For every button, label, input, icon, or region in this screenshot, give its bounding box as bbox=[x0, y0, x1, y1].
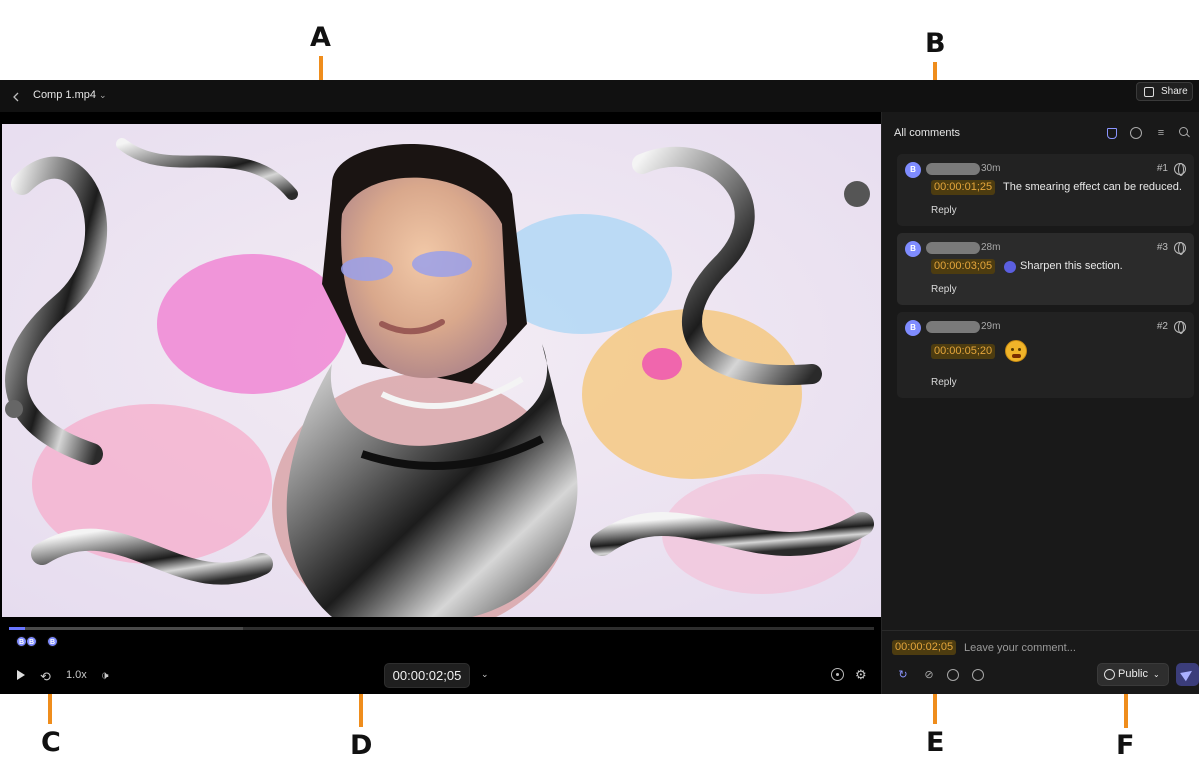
video-frame[interactable] bbox=[2, 124, 881, 617]
chevron-down-icon[interactable]: ⌄ bbox=[481, 669, 489, 680]
comment-timestamp[interactable]: 00:00:05;20 bbox=[931, 344, 996, 359]
timeline-scrubber[interactable] bbox=[9, 627, 874, 630]
file-title: Comp 1.mp4 bbox=[33, 89, 96, 101]
annotation-icon bbox=[1004, 261, 1016, 273]
comment-time-ago: 30m bbox=[981, 163, 1001, 174]
share-label: Share bbox=[1161, 86, 1188, 97]
comment-card[interactable]: B 30m #1 00:00:01;25 The smearing effect… bbox=[897, 154, 1194, 226]
comment-text: Sharpen this section. bbox=[1020, 260, 1123, 272]
callout-label-b: B bbox=[925, 28, 946, 59]
comment-composer: 00:00:02;05 ↻ ⊘ Public ⌄ bbox=[882, 630, 1199, 694]
callout-label-d: D bbox=[350, 730, 373, 761]
comment-number: #2 bbox=[1156, 321, 1168, 332]
playback-speed[interactable]: 1.0x bbox=[66, 669, 87, 681]
timeline-buffered bbox=[9, 627, 243, 630]
comment-card[interactable]: B 28m #3 00:00:03;05 Sharpen this sectio… bbox=[897, 233, 1194, 305]
callout-line-f bbox=[1124, 688, 1128, 728]
timer-icon[interactable] bbox=[971, 668, 985, 682]
comment-marker[interactable]: B bbox=[26, 636, 37, 647]
chevron-down-icon: ⌄ bbox=[1152, 670, 1160, 679]
visibility-dropdown[interactable]: Public ⌄ bbox=[1097, 663, 1169, 686]
visibility-label: Public bbox=[1118, 668, 1148, 680]
callout-label-f: F bbox=[1116, 730, 1135, 761]
chevron-down-icon: ⌄ bbox=[98, 90, 107, 100]
comment-card[interactable]: B 29m #2 00:00:05;20 Reply bbox=[897, 312, 1194, 398]
callout-label-a: A bbox=[310, 22, 331, 53]
send-button[interactable] bbox=[1176, 663, 1199, 686]
comment-marker[interactable]: B bbox=[47, 636, 58, 647]
attachment-icon[interactable]: ⊘ bbox=[922, 668, 936, 682]
file-title-dropdown[interactable]: Comp 1.mp4 ⌄ bbox=[33, 84, 107, 106]
timeline-progress bbox=[9, 627, 26, 630]
callout-label-c: C bbox=[41, 727, 61, 758]
redacted-username bbox=[926, 321, 980, 333]
composer-timestamp[interactable]: 00:00:02;05 bbox=[892, 640, 957, 655]
redacted-username bbox=[926, 163, 980, 175]
avatar: B bbox=[905, 320, 921, 336]
back-button[interactable] bbox=[12, 86, 26, 106]
comment-input[interactable] bbox=[964, 640, 1184, 656]
globe-icon bbox=[1174, 321, 1186, 334]
comment-number: #3 bbox=[1156, 242, 1168, 253]
globe-icon bbox=[1104, 669, 1115, 680]
comment-timestamp[interactable]: 00:00:01;25 bbox=[931, 180, 996, 195]
reply-button[interactable]: Reply bbox=[931, 377, 957, 388]
annotated-screenshot: { "callouts": { "a": "A", "b": "B", "c":… bbox=[0, 0, 1199, 774]
share-button[interactable]: Share bbox=[1136, 82, 1193, 101]
emoji-icon[interactable] bbox=[946, 668, 960, 682]
comments-panel: All comments ≡ B 30m #1 00:00:01;25 The … bbox=[881, 112, 1199, 694]
video-artwork bbox=[2, 124, 881, 617]
gear-icon[interactable]: ⚙ bbox=[855, 667, 867, 683]
comment-number: #1 bbox=[1156, 163, 1168, 174]
comment-time-ago: 28m bbox=[981, 242, 1001, 253]
avatar: B bbox=[905, 162, 921, 178]
avatar: B bbox=[905, 241, 921, 257]
comment-text: The smearing effect can be reduced. bbox=[1003, 181, 1182, 193]
video-review-app: Comp 1.mp4 ⌄ Share B B B ⟲ 1.0x 🕩 00:00:… bbox=[0, 80, 1199, 694]
top-bar: Comp 1.mp4 ⌄ Share bbox=[0, 80, 1199, 112]
reply-button[interactable]: Reply bbox=[931, 284, 957, 295]
timecode-display[interactable]: 00:00:02;05 bbox=[384, 663, 470, 688]
redacted-username bbox=[926, 242, 980, 254]
play-button[interactable] bbox=[15, 668, 27, 682]
share-icon bbox=[1144, 87, 1154, 97]
volume-icon[interactable]: 🕩 bbox=[101, 668, 109, 683]
panel-title: All comments bbox=[894, 127, 961, 139]
chevron-left-icon bbox=[13, 92, 19, 102]
comment-timestamp[interactable]: 00:00:03;05 bbox=[931, 259, 996, 274]
list-view-icon[interactable] bbox=[1129, 126, 1143, 140]
loop-icon[interactable]: ⟲ bbox=[40, 669, 51, 685]
exploding-head-emoji-icon bbox=[1005, 340, 1027, 362]
comment-time-ago: 29m bbox=[981, 321, 1001, 332]
callout-label-e: E bbox=[926, 727, 945, 758]
globe-icon bbox=[1174, 242, 1186, 255]
video-player: B B B ⟲ 1.0x 🕩 00:00:02;05 ⌄ ⚙ bbox=[0, 112, 881, 694]
globe-icon bbox=[1174, 163, 1186, 176]
reply-button[interactable]: Reply bbox=[931, 205, 957, 216]
location-pin-icon[interactable] bbox=[831, 668, 844, 681]
filter-icon[interactable] bbox=[1104, 126, 1118, 140]
search-icon[interactable] bbox=[1178, 126, 1192, 140]
annotate-icon[interactable]: ↻ bbox=[896, 668, 910, 682]
sort-icon[interactable]: ≡ bbox=[1154, 126, 1168, 140]
